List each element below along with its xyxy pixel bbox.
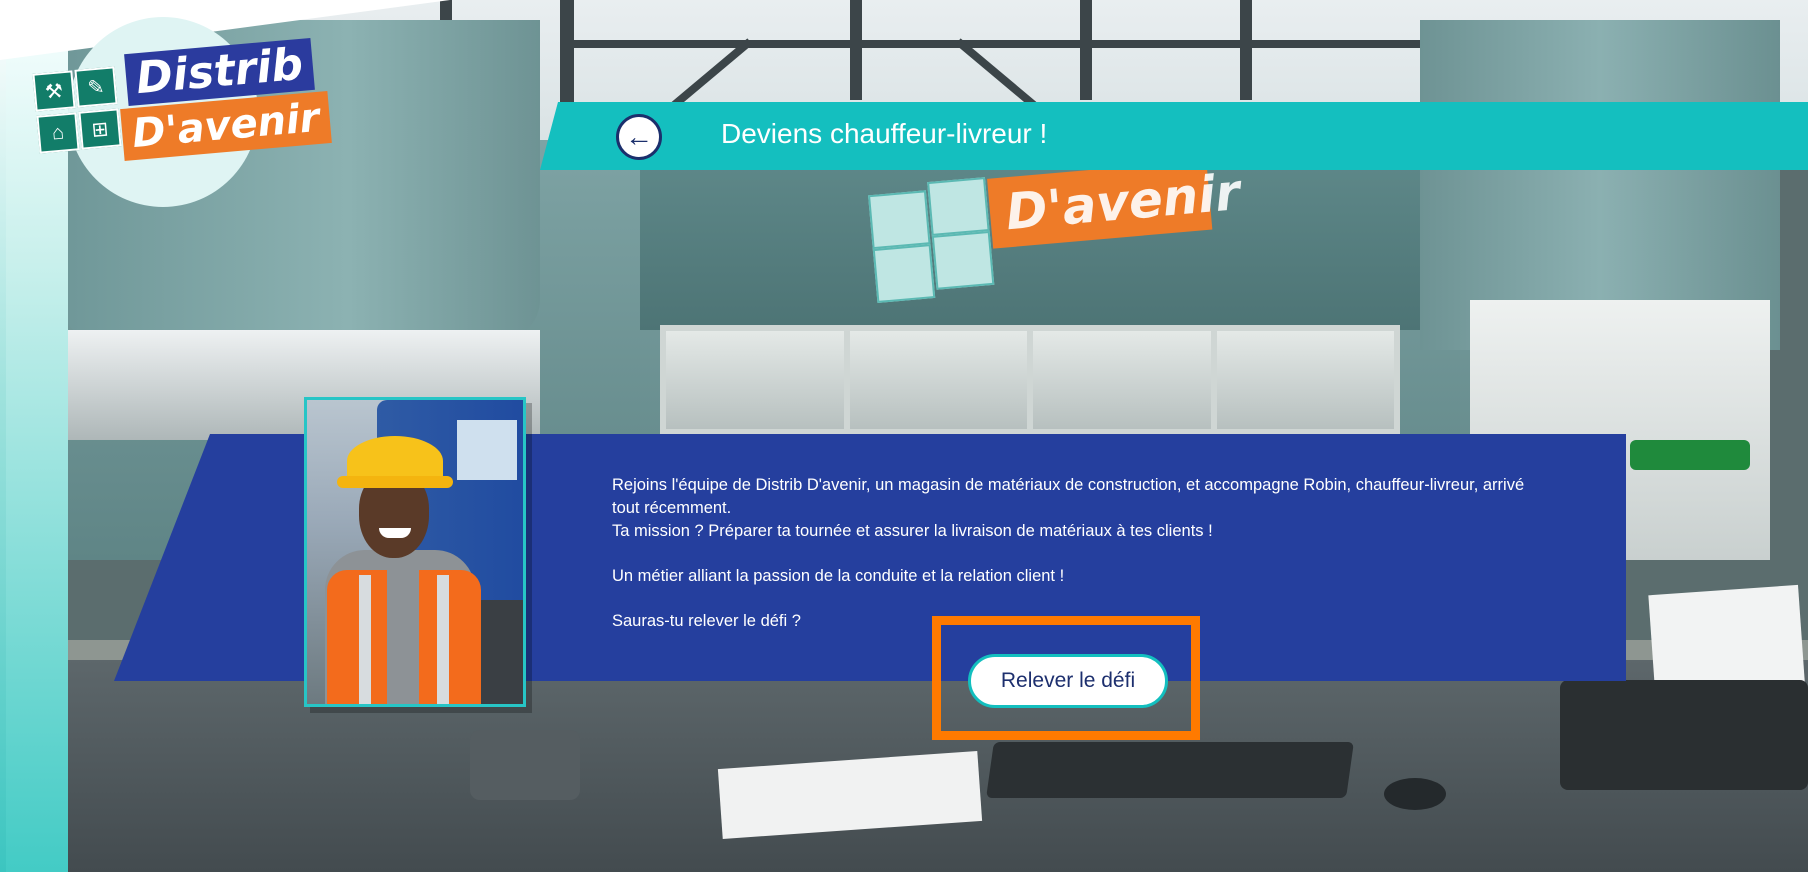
highlight-box bbox=[932, 616, 1200, 740]
intro-paragraph: Un métier alliant la passion de la condu… bbox=[612, 567, 1065, 585]
tile-grid-icon: ⊞ bbox=[78, 108, 122, 150]
intro-paragraph: Ta mission ? Préparer ta tournée et assu… bbox=[612, 522, 1213, 540]
store-windows bbox=[660, 325, 1400, 435]
arrow-left-icon: ← bbox=[625, 121, 653, 152]
trowel-icon: ⌂ bbox=[36, 112, 80, 154]
back-button[interactable]: ← bbox=[616, 114, 662, 160]
app-logo: ⚒ ✎ ⌂ ⊞ Distrib D'avenir bbox=[32, 37, 332, 172]
desk-phone bbox=[470, 730, 580, 800]
desk-printer bbox=[1560, 680, 1808, 790]
store-sign-text: D'avenir bbox=[1003, 163, 1243, 242]
desk-keyboard bbox=[986, 742, 1354, 798]
intro-text: Rejoins l'équipe de Distrib D'avenir, un… bbox=[612, 474, 1542, 633]
intro-paragraph: Rejoins l'équipe de Distrib D'avenir, un… bbox=[612, 476, 1525, 517]
drill-icon: ⚒ bbox=[32, 70, 76, 112]
page-title: Deviens chauffeur-livreur ! bbox=[721, 118, 1048, 149]
paint-brush-icon: ✎ bbox=[74, 66, 118, 108]
driver-portrait bbox=[304, 397, 526, 707]
desk-mouse bbox=[1384, 778, 1446, 810]
